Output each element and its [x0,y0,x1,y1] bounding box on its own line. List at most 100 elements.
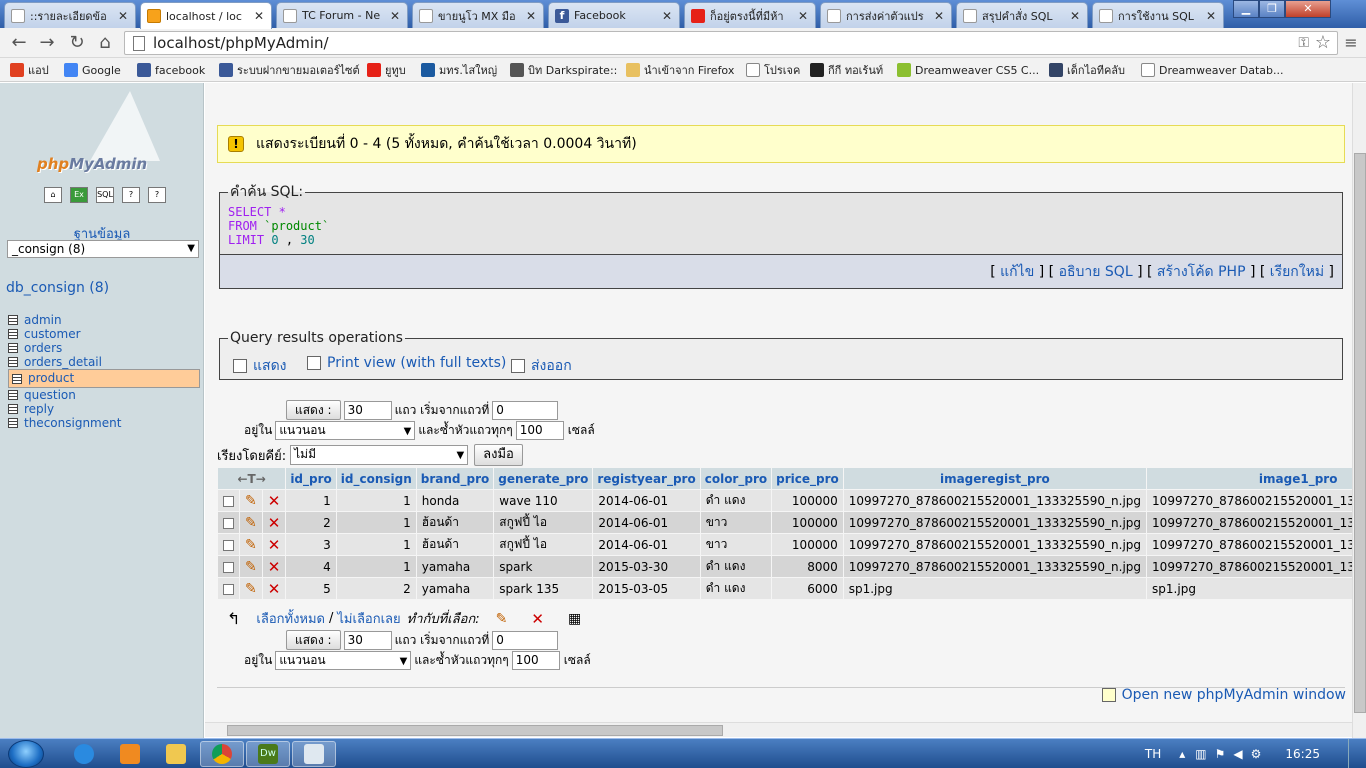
delete-icon[interactable]: ✕ [268,558,281,576]
sidebar-table-orders_detail[interactable]: orders_detail [8,355,200,369]
bookmark-item[interactable]: Google [64,62,121,78]
display-mode-select[interactable]: แนวนอน ▼ [275,421,416,440]
clock[interactable]: 16:25 [1285,747,1320,761]
row-checkbox[interactable] [223,561,234,573]
menu-icon[interactable]: ≡ [1340,32,1362,54]
media-player-icon[interactable] [108,741,152,767]
sidebar-table-admin[interactable]: admin [8,313,200,327]
bookmark-item[interactable]: Dreamweaver CS5 C... [897,62,1039,78]
edit-icon[interactable]: ✎ [245,559,257,575]
help-icon[interactable]: ? [122,187,140,203]
table-icon[interactable] [8,329,18,339]
start-button-icon[interactable] [8,740,44,768]
close-tab-icon[interactable]: ✕ [117,9,129,23]
sort-key-select[interactable]: ไม่มี ▼ [290,445,469,465]
print-view-full-link[interactable]: Print view (with full texts) [307,355,506,371]
column-header-brand_pro[interactable]: brand_pro [416,468,494,489]
dreamweaver-icon[interactable]: Dw [246,741,290,767]
bookmark-item[interactable]: Dreamweaver Datab... [1141,62,1284,78]
bookmark-item[interactable]: เด็กไอทีคลับ [1049,62,1125,78]
show-button[interactable]: แสดง : [286,630,341,650]
phpmyadmin-logo[interactable]: phpMyAdmin [30,91,180,181]
close-tab-icon[interactable]: ✕ [661,9,673,23]
close-tab-icon[interactable]: ✕ [389,9,401,23]
reload-icon[interactable]: ↻ [66,32,88,54]
repeat-input[interactable]: 100 [511,651,560,670]
sql-icon[interactable]: SQL [96,187,114,203]
browser-tab[interactable]: การใช้งาน SQL ✕ [1092,2,1224,28]
edit-icon[interactable]: ✎ [245,537,257,553]
create-php-code-link[interactable]: สร้างโค้ด PHP [1157,264,1246,280]
edit-icon[interactable]: ✎ [245,515,257,531]
bookmark-item[interactable]: บิท Darkspirate:: [510,62,617,78]
key-icon[interactable]: ⚿ [1298,32,1309,54]
column-header-image1_pro[interactable]: image1_pro [1147,468,1352,489]
network-icon[interactable]: ▥ [1195,747,1206,761]
row-checkbox[interactable] [223,495,234,507]
bookmark-item[interactable]: ระบบฝากขายมอเตอร์ไซต์ [219,62,360,78]
close-tab-icon[interactable]: ✕ [933,9,945,23]
sidebar-table-product[interactable]: product [8,369,200,388]
start-row-input[interactable]: 0 [492,630,559,650]
repeat-input[interactable]: 100 [515,421,564,440]
delete-icon[interactable]: ✕ [268,492,281,510]
chrome-icon[interactable] [200,741,244,767]
explain-sql-link[interactable]: อธิบาย SQL [1059,264,1133,280]
column-header-id_consign[interactable]: id_consign [336,468,416,489]
show-desktop-button[interactable] [1348,739,1358,768]
browser-tab[interactable]: f Facebook ✕ [548,2,680,28]
ie-icon[interactable] [62,741,106,767]
close-tab-icon[interactable]: ✕ [1205,9,1217,23]
bookmark-item[interactable]: facebook [137,62,205,78]
bookmark-item[interactable]: นำเข้าจาก Firefox [626,62,734,78]
sidebar-table-question[interactable]: question [8,388,200,402]
sidebar-table-reply[interactable]: reply [8,402,200,416]
browser-tab[interactable]: สรุปคำสั่ง SQL ✕ [956,2,1088,28]
edit-selected-icon[interactable]: ✎ [496,611,508,627]
usb-icon[interactable]: ⚙ [1251,747,1262,761]
export-link[interactable]: ส่งออก [511,355,572,377]
show-button[interactable]: แสดง : [286,400,341,420]
start-row-input[interactable]: 0 [492,400,559,420]
sidebar-table-customer[interactable]: customer [8,327,200,341]
browser-tab[interactable]: การส่งค่าตัวแปร ✕ [820,2,952,28]
bookmark-item[interactable]: ยูทูบ [367,62,406,78]
bookmark-item[interactable]: มทร.ไสใหญ่ [421,62,497,78]
database-select[interactable]: _consign (8) ▼ [7,240,199,258]
back-icon[interactable]: ← [8,32,30,54]
bookmark-item[interactable]: กีกี ทอเร้นท์ [810,62,883,78]
go-button[interactable]: ลงมือ [474,444,523,466]
tray-arrow-icon[interactable]: ▴ [1179,747,1185,761]
refresh-link[interactable]: เรียกใหม่ [1270,264,1324,280]
bookmark-star-icon[interactable]: ☆ [1315,32,1331,54]
home-icon[interactable]: ⌂ [94,32,116,54]
explorer-icon[interactable] [154,741,198,767]
sidebar-table-orders[interactable]: orders [8,341,200,355]
column-header-imageregist_pro[interactable]: imageregist_pro [843,468,1147,489]
vertical-scrollbar[interactable] [1352,83,1366,739]
display-mode-select[interactable]: แนวนอน ▼ [275,651,412,670]
browser-tab[interactable]: localhost / loc ✕ [140,2,272,29]
scroll-thumb[interactable] [1354,153,1366,713]
edit-query-link[interactable]: แก้ไข [1000,264,1034,280]
browser-tab[interactable]: ก็อยู่ตรงนี้ที่มีห้า ✕ [684,2,816,28]
delete-icon[interactable]: ✕ [268,514,281,532]
edit-icon[interactable]: ✎ [245,493,257,509]
print-view-link[interactable]: แสดง [233,355,287,377]
row-checkbox[interactable] [223,583,234,595]
home-icon[interactable]: ⌂ [44,187,62,203]
browser-tab[interactable]: ::รายละเอียดข้อ ✕ [4,2,136,28]
scroll-thumb[interactable] [227,725,723,736]
database-title[interactable]: db_consign (8) [6,280,109,296]
browser-tab[interactable]: ขายนูโว MX มือ ✕ [412,2,544,28]
export-selected-icon[interactable]: ▦ [568,611,581,627]
horizontal-scrollbar[interactable] [205,722,1352,737]
table-icon[interactable] [12,373,22,384]
flag-icon[interactable]: ⚑ [1215,747,1226,761]
row-checkbox[interactable] [223,517,234,529]
column-header-id_pro[interactable]: id_pro [286,468,336,489]
rows-input[interactable]: 30 [343,630,392,650]
table-icon[interactable] [8,357,18,367]
notepad-icon[interactable] [292,741,336,767]
check-all-link[interactable]: เลือกทั้งหมด [256,608,325,629]
